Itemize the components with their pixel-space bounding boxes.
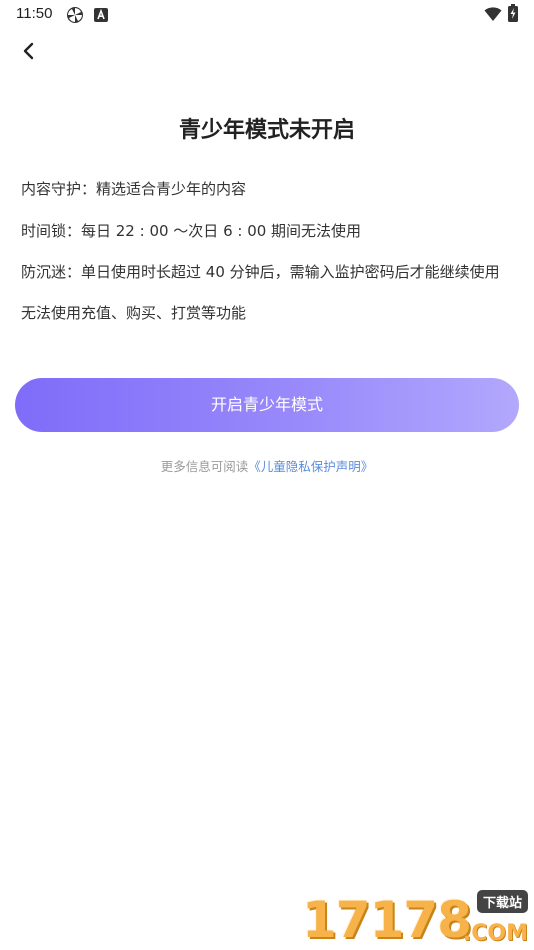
watermark-logo: 17178 下载站 .COM	[302, 890, 532, 948]
enable-teen-mode-button[interactable]: 开启青少年模式	[15, 378, 519, 432]
watermark-domain: .COM	[462, 921, 528, 946]
status-bar: 11:50	[0, 0, 534, 28]
footnote: 更多信息可阅读《儿童隐私保护声明》	[0, 456, 534, 475]
chevron-left-icon	[23, 42, 34, 60]
feature-time-lock: 时间锁：每日 22 : 00 ～次日 6 : 00 期间无法使用	[21, 222, 362, 240]
battery-charging-icon	[508, 4, 518, 26]
status-time: 11:50	[16, 5, 53, 22]
feature-no-payments: 无法使用充值、购买、打赏等功能	[21, 304, 247, 322]
a-letter-icon	[94, 7, 108, 26]
feature-anti-addiction: 防沉迷：单日使用时长超过 40 分钟后，需输入监护密码后才能继续使用	[21, 263, 500, 281]
feature-content-guard: 内容守护：精选适合青少年的内容	[21, 180, 247, 198]
wifi-icon	[484, 6, 502, 26]
watermark-number: 17178	[302, 891, 472, 949]
pinwheel-icon	[66, 6, 84, 28]
footnote-prefix: 更多信息可阅读	[160, 459, 249, 474]
watermark-badge: 下载站	[476, 890, 528, 913]
page-title: 青少年模式未开启	[178, 118, 355, 143]
privacy-statement-link[interactable]: 《儿童隐私保护声明》	[248, 459, 373, 474]
back-button[interactable]	[14, 36, 46, 68]
